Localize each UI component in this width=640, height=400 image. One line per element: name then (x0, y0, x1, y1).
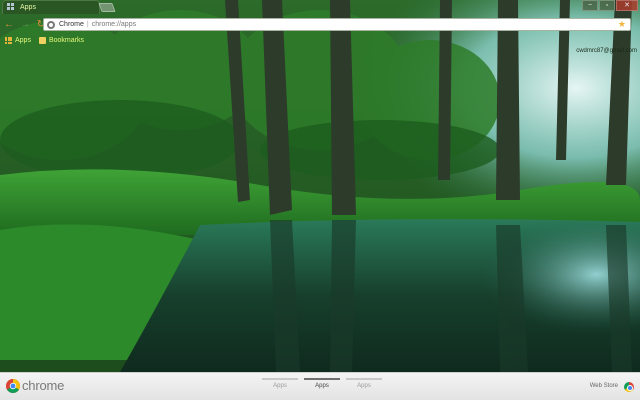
page-indicator (346, 378, 382, 380)
apps-launcher-bar: chrome Apps Apps Apps Web Store (0, 372, 640, 400)
close-button[interactable]: ✕ (616, 0, 638, 11)
window-controls: − ▫ ✕ (582, 0, 638, 11)
page-label: Apps (357, 383, 371, 389)
web-store-link[interactable]: Web Store (590, 383, 618, 389)
maximize-button[interactable]: ▫ (599, 0, 615, 11)
bookmark-label: Bookmarks (48, 36, 84, 44)
launcher-page-1[interactable]: Apps (262, 378, 298, 389)
bookmark-apps[interactable]: Apps (5, 36, 31, 44)
tab-apps[interactable]: Apps (2, 0, 100, 14)
omnibox-chip-label: Chrome (59, 21, 84, 28)
window-titlebar: Apps − ▫ ✕ (0, 0, 640, 15)
launcher-pager: Apps Apps Apps (262, 378, 382, 389)
page-label: Apps (315, 383, 329, 389)
bookmark-star-icon[interactable]: ★ (618, 19, 626, 30)
wallpaper-forest-scene (0, 0, 640, 400)
new-tab-button[interactable] (98, 3, 116, 12)
chrome-brand-label: chrome (22, 378, 65, 393)
back-button[interactable]: ← (2, 18, 16, 32)
minimize-button[interactable]: − (582, 0, 598, 11)
apps-grid-icon (5, 36, 12, 44)
bookmarks-bar: Apps Bookmarks (0, 34, 640, 46)
folder-icon (38, 36, 46, 44)
chrome-page-icon (47, 20, 55, 29)
omnibox-url: chrome://apps (91, 21, 137, 28)
signed-in-user[interactable]: cwdmrc87@gmail.com (576, 48, 637, 54)
address-bar[interactable]: Chrome | chrome://apps ★ (43, 18, 631, 31)
page-label: Apps (273, 383, 287, 389)
page-indicator (304, 378, 340, 380)
tab-title: Apps (20, 4, 36, 11)
page-indicator (262, 378, 298, 380)
launcher-page-3[interactable]: Apps (346, 378, 382, 389)
launcher-page-2[interactable]: Apps (304, 378, 340, 389)
browser-toolbar: ← → ↻ Chrome | chrome://apps ★ (0, 15, 640, 34)
forward-button[interactable]: → (18, 18, 32, 32)
bookmark-label: Apps (15, 36, 31, 44)
apps-favicon-icon (7, 3, 16, 12)
bookmark-folder[interactable]: Bookmarks (38, 36, 84, 44)
chrome-logo-icon (6, 379, 20, 393)
omnibox-separator: | (86, 21, 89, 28)
web-store-icon[interactable] (624, 382, 634, 392)
